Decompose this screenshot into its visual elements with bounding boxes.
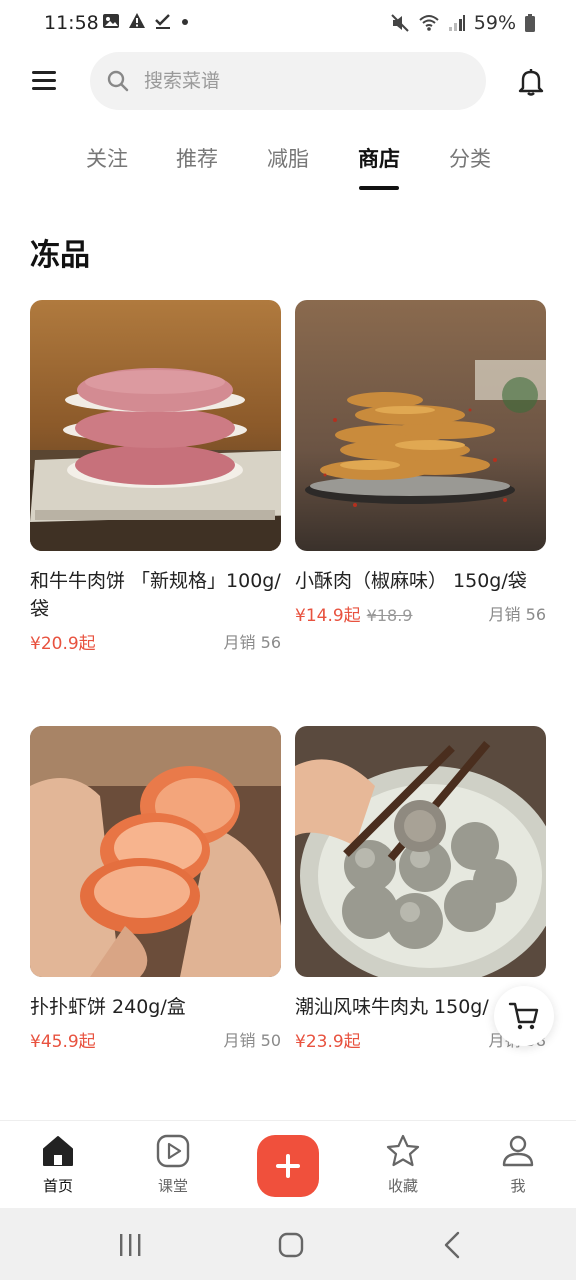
- menu-icon[interactable]: [30, 68, 60, 94]
- user-icon: [502, 1135, 534, 1167]
- search-bar[interactable]: [90, 52, 486, 110]
- nav-me[interactable]: 我: [478, 1133, 558, 1196]
- nav-favorites[interactable]: 收藏: [363, 1133, 443, 1196]
- category-tabs: 关注 推荐 减脂 商店 分类: [0, 140, 576, 196]
- product-price: ¥20.9起: [30, 634, 96, 654]
- product-sales: 月销 50: [223, 1031, 281, 1050]
- warning-icon: [129, 13, 145, 28]
- section-title: 冻品: [30, 238, 90, 273]
- product-price: ¥45.9起: [30, 1032, 96, 1052]
- tab-follow[interactable]: 关注: [72, 140, 142, 196]
- status-bar: 11:58 59%: [0, 0, 576, 48]
- system-nav-bar: [0, 1208, 576, 1280]
- product-sales: 月销 56: [223, 633, 281, 652]
- product-image-crispy-pork[interactable]: [295, 300, 546, 551]
- status-time: 11:58: [44, 12, 99, 34]
- tab-recommend[interactable]: 推荐: [162, 140, 232, 196]
- product-current-price: ¥14.9起: [295, 606, 361, 626]
- home-button-icon[interactable]: [276, 1230, 306, 1260]
- tab-shop[interactable]: 商店: [344, 140, 414, 196]
- back-icon[interactable]: [438, 1230, 468, 1260]
- bell-icon[interactable]: [515, 66, 547, 98]
- nav-home[interactable]: 首页: [18, 1133, 98, 1196]
- nav-label: 首页: [42, 1177, 73, 1195]
- nav-class[interactable]: 课堂: [133, 1133, 213, 1196]
- product-card[interactable]: 和牛牛肉饼 「新规格」100g/袋 ¥20.9起 月销 56: [30, 300, 281, 655]
- product-image-beef-balls[interactable]: [295, 726, 546, 977]
- status-notifications: [102, 12, 190, 30]
- wifi-icon: [419, 15, 439, 31]
- cart-icon: [508, 1002, 539, 1030]
- product-image-shrimp-cake[interactable]: [30, 726, 281, 977]
- product-price: ¥14.9起 ¥18.9: [295, 601, 412, 626]
- product-meta: ¥14.9起 ¥18.9 月销 56: [295, 601, 546, 627]
- star-icon: [386, 1134, 420, 1167]
- nav-label: 我: [510, 1177, 526, 1195]
- tab-fat-loss[interactable]: 减脂: [253, 140, 323, 196]
- tab-category[interactable]: 分类: [435, 140, 505, 196]
- product-image-beef-patty[interactable]: [30, 300, 281, 551]
- search-icon: [107, 70, 129, 92]
- battery-icon: [525, 14, 535, 32]
- product-name[interactable]: 扑扑虾饼 240g/盒: [30, 993, 281, 1021]
- signal-icon: [448, 15, 465, 31]
- product-meta: ¥20.9起 月销 56: [30, 629, 281, 655]
- product-name[interactable]: 小酥肉（椒麻味） 150g/袋: [295, 567, 546, 595]
- recent-apps-icon[interactable]: [115, 1230, 145, 1260]
- home-icon: [43, 1136, 73, 1166]
- product-meta: ¥45.9起 月销 50: [30, 1027, 281, 1053]
- product-price: ¥23.9起: [295, 1032, 361, 1052]
- battery-percent: 59%: [473, 12, 516, 34]
- nav-label: 课堂: [157, 1177, 188, 1195]
- product-card[interactable]: 扑扑虾饼 240g/盒 ¥45.9起 月销 50: [30, 726, 281, 1053]
- product-card[interactable]: 小酥肉（椒麻味） 150g/袋 ¥14.9起 ¥18.9 月销 56: [295, 300, 546, 627]
- image-icon: [103, 14, 119, 28]
- add-button[interactable]: [257, 1135, 319, 1197]
- status-right: 59%: [390, 12, 536, 34]
- nav-label: 收藏: [387, 1177, 418, 1195]
- product-original-price: ¥18.9: [366, 606, 413, 625]
- play-icon: [156, 1134, 190, 1168]
- bottom-nav: 首页 课堂 收藏 我: [0, 1120, 576, 1208]
- product-sales: 月销 56: [488, 605, 546, 624]
- check-icon: [155, 14, 170, 29]
- cart-button[interactable]: [494, 986, 554, 1046]
- search-input[interactable]: [144, 52, 464, 110]
- plus-icon: [276, 1154, 300, 1178]
- dot-icon: [182, 19, 188, 25]
- product-name[interactable]: 和牛牛肉饼 「新规格」100g/袋: [30, 567, 281, 623]
- mute-icon: [391, 14, 409, 32]
